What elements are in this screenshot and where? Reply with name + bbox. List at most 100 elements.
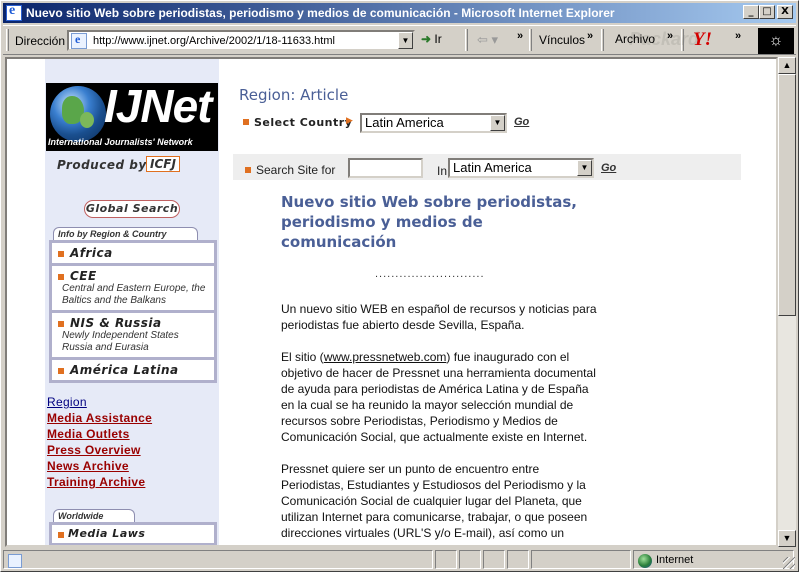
bullet-icon xyxy=(58,368,64,374)
toolbar-grip[interactable] xyxy=(681,29,684,51)
close-button[interactable]: X xyxy=(777,5,793,19)
chevron-down-icon[interactable]: ▼ xyxy=(577,160,592,176)
site-search-bar: Search Site for In Latin America ▼ Go xyxy=(233,154,741,180)
region-list: Africa CEE Central and Eastern Europe, t… xyxy=(49,240,217,383)
region-item-cee[interactable]: CEE Central and Eastern Europe, the Balt… xyxy=(52,266,214,313)
article-title: Nuevo sitio Web sobre periodistas, perio… xyxy=(281,193,578,251)
status-cell xyxy=(459,550,481,569)
minimize-button[interactable]: _ xyxy=(743,5,759,19)
produced-by: Produced by ICFJ xyxy=(45,155,219,177)
internet-globe-icon xyxy=(638,554,652,568)
title-bar[interactable]: Nuevo sitio Web sobre periodistas, perio… xyxy=(3,3,796,23)
address-bar[interactable]: http://www.ijnet.org/Archive/2002/1/18-1… xyxy=(67,30,415,51)
status-cell xyxy=(507,550,529,569)
ie-icon[interactable] xyxy=(6,3,22,21)
country-select[interactable]: Latin America ▼ xyxy=(360,113,507,133)
media-laws-link[interactable]: Media Laws xyxy=(68,527,145,540)
arrow-right-icon: ▶ xyxy=(346,115,353,125)
address-input[interactable]: http://www.ijnet.org/Archive/2002/1/18-1… xyxy=(93,35,335,47)
throbber-icon: ☼ xyxy=(758,28,794,54)
back-button[interactable]: ⇦ ▾ xyxy=(477,32,498,48)
bullet-icon xyxy=(58,251,64,257)
scroll-down-button[interactable]: ▼ xyxy=(778,530,796,547)
bullet-icon xyxy=(58,532,64,538)
search-label: Search Site for xyxy=(256,163,336,177)
search-go-link[interactable]: Go xyxy=(601,162,616,174)
bullet-icon xyxy=(245,167,251,173)
page-viewport[interactable]: IJNet International Journalists' Network… xyxy=(5,57,778,547)
ijnet-logo[interactable]: IJNet International Journalists' Network xyxy=(46,83,218,151)
toolbar-grip[interactable] xyxy=(465,29,468,51)
region-title[interactable]: América Latina xyxy=(70,363,210,377)
page-icon xyxy=(71,32,87,49)
select-country-label: Select Country xyxy=(254,116,353,129)
chevron-icon[interactable]: » xyxy=(517,30,523,42)
region-title[interactable]: CEE xyxy=(70,269,210,283)
region-title[interactable]: NIS & Russia xyxy=(70,316,210,330)
toolbar-grip[interactable] xyxy=(6,29,9,51)
article-body: Un nuevo sitio WEB en español de recurso… xyxy=(281,301,603,545)
chevron-down-icon[interactable]: ▼ xyxy=(490,115,505,131)
links-button[interactable]: Vínculos xyxy=(539,33,585,47)
paragraph: Un nuevo sitio WEB en español de recurso… xyxy=(281,302,597,332)
worldwide-list: Media Laws xyxy=(49,522,217,545)
sidebar-nav: Region Media Assistance Media Outlets Pr… xyxy=(47,394,152,490)
toolbar-grip[interactable] xyxy=(601,29,604,51)
status-cell xyxy=(435,550,457,569)
region-subtitle: Central and Eastern Europe, the Baltics … xyxy=(62,283,206,306)
window-title: Nuevo sitio Web sobre periodistas, perio… xyxy=(26,6,615,20)
file-menu[interactable]: Archivo xyxy=(615,32,655,46)
nav-link-news-archive[interactable]: News Archive xyxy=(47,458,152,474)
logo-text: IJNet xyxy=(104,83,212,132)
search-scope-select[interactable]: Latin America ▼ xyxy=(448,158,594,178)
status-cell xyxy=(483,550,505,569)
scroll-thumb[interactable] xyxy=(778,74,796,316)
nav-link-training-archive[interactable]: Training Archive xyxy=(47,474,152,490)
status-bar: Internet xyxy=(3,549,796,570)
produced-by-label: Produced by xyxy=(57,158,147,172)
maximize-button[interactable]: □ xyxy=(759,5,775,19)
yahoo-icon[interactable]: Y! xyxy=(693,29,712,51)
paragraph-text: ) fue inaugurado con el objetivo de hace… xyxy=(281,350,596,444)
region-item-america-latina[interactable]: América Latina xyxy=(52,360,214,380)
nav-link-media-assistance[interactable]: Media Assistance xyxy=(47,410,152,426)
search-scope-value: Latin America xyxy=(453,160,532,175)
status-text-cell xyxy=(3,550,433,569)
paragraph: Pressnet quiere ser un punto de encuentr… xyxy=(281,462,588,540)
page-title: Region: Article xyxy=(239,86,349,104)
country-select-value: Latin America xyxy=(365,115,444,130)
toolbar-grip[interactable] xyxy=(529,29,532,51)
chevron-icon[interactable]: » xyxy=(735,30,741,42)
chevron-icon[interactable]: » xyxy=(667,30,673,42)
scroll-up-button[interactable]: ▲ xyxy=(778,57,796,74)
region-item-africa[interactable]: Africa xyxy=(52,243,214,266)
chevron-icon[interactable]: » xyxy=(587,30,593,42)
address-toolbar: Dirección http://www.ijnet.org/Archive/2… xyxy=(3,25,796,55)
zone-label: Internet xyxy=(656,554,694,566)
paragraph: El sitio (www.pressnetweb.com) fue inaug… xyxy=(281,349,603,445)
country-go-link[interactable]: Go xyxy=(514,116,529,128)
bullet-icon xyxy=(58,321,64,327)
vertical-scrollbar[interactable]: ▲ ▼ xyxy=(778,57,796,547)
bullet-icon xyxy=(243,119,249,125)
logo-subtitle: International Journalists' Network xyxy=(48,137,193,147)
region-subtitle: Newly Independent States Russia and Eura… xyxy=(62,330,179,353)
search-input[interactable] xyxy=(348,158,423,178)
region-title[interactable]: Africa xyxy=(70,246,210,260)
status-cell xyxy=(531,550,631,569)
address-dropdown-button[interactable]: ▼ xyxy=(398,32,413,49)
address-label: Dirección xyxy=(15,34,66,48)
separator: ........................... xyxy=(375,268,485,280)
window-controls: _ □ X xyxy=(743,5,793,19)
nav-link-press-overview[interactable]: Press Overview xyxy=(47,442,152,458)
resize-grip[interactable] xyxy=(783,557,795,569)
page-icon xyxy=(8,554,22,568)
pressnet-link[interactable]: www.pressnetweb.com xyxy=(324,350,447,364)
global-search-button[interactable]: Global Search xyxy=(84,200,180,218)
go-button[interactable]: ➜ Ir xyxy=(421,32,442,46)
region-item-nis-russia[interactable]: NIS & Russia Newly Independent States Ru… xyxy=(52,313,214,360)
nav-link-media-outlets[interactable]: Media Outlets xyxy=(47,426,152,442)
icfj-link[interactable]: ICFJ xyxy=(146,156,180,172)
nav-link-region[interactable]: Region xyxy=(47,394,152,410)
bullet-icon xyxy=(58,274,64,280)
